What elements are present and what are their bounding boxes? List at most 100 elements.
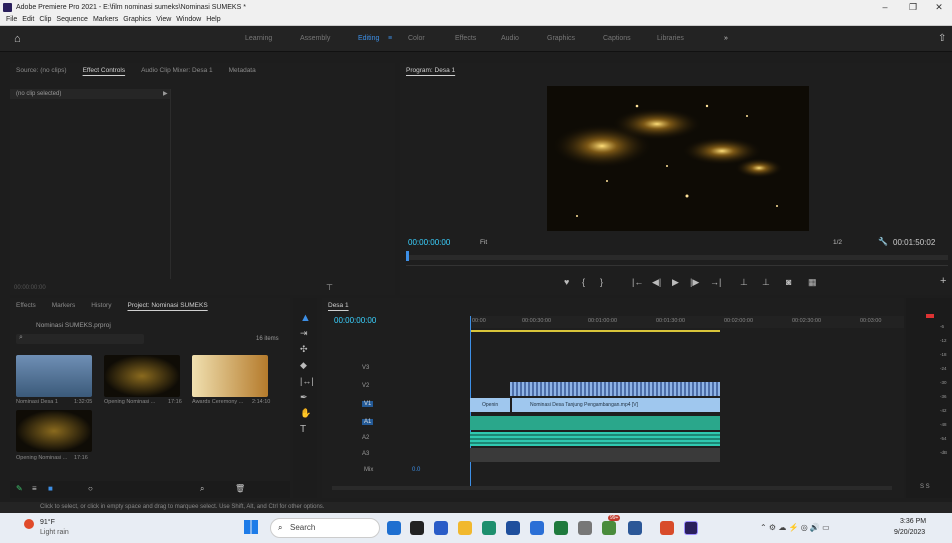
tab-sequence[interactable]: Desa 1 xyxy=(328,302,349,309)
whatsapp-icon[interactable] xyxy=(602,521,616,535)
thumb-opening-nominasi-2[interactable] xyxy=(16,410,92,452)
v2-clip[interactable] xyxy=(510,382,720,396)
solo-buttons[interactable]: S S xyxy=(920,484,930,490)
menu-edit[interactable]: Edit xyxy=(22,16,34,23)
wrench-icon[interactable]: 🔧 xyxy=(878,237,888,246)
thumb-awards[interactable] xyxy=(192,355,268,397)
tab-effects[interactable]: Effects xyxy=(16,302,36,309)
ws-assembly[interactable]: Assembly xyxy=(300,35,330,42)
menu-markers[interactable]: Markers xyxy=(93,16,118,23)
camera-app-icon[interactable] xyxy=(578,521,592,535)
menu-clip[interactable]: Clip xyxy=(39,16,51,23)
restore-icon[interactable]: ❐ xyxy=(900,0,926,14)
tab-effect-controls[interactable]: Effect Controls xyxy=(83,67,126,74)
word-icon[interactable] xyxy=(628,521,642,535)
menu-view[interactable]: View xyxy=(156,16,171,23)
ws-editing[interactable]: Editing xyxy=(358,35,379,42)
program-timecode[interactable]: 00:00:00:00 xyxy=(408,238,450,247)
task-view-icon[interactable] xyxy=(410,521,424,535)
tab-markers[interactable]: Markers xyxy=(52,302,75,309)
track-a2[interactable]: A2 xyxy=(362,435,369,441)
lift-icon[interactable]: ⊥ xyxy=(740,277,748,288)
v1-clip-main[interactable]: Nominasi Desa Tanjung Pengambangan.mp4 [… xyxy=(512,398,720,412)
share-icon[interactable]: ⇧ xyxy=(938,33,946,44)
tab-project[interactable]: Project: Nominasi SUMEKS xyxy=(127,302,207,309)
quality-dropdown[interactable]: 1/2 xyxy=(833,239,842,246)
weather-icon[interactable] xyxy=(24,519,34,529)
ws-color[interactable]: Color xyxy=(408,35,425,42)
program-scrub-bar[interactable] xyxy=(406,255,948,260)
hand-icon[interactable]: ✋ xyxy=(300,408,311,419)
menu-sequence[interactable]: Sequence xyxy=(56,16,88,23)
file-explorer-icon[interactable] xyxy=(458,521,472,535)
track-v3[interactable]: V3 xyxy=(362,365,369,371)
ws-audio[interactable]: Audio xyxy=(501,35,519,42)
close-icon[interactable]: ✕ xyxy=(926,0,952,14)
timeline-scrollbar[interactable] xyxy=(332,486,892,490)
timeline-timecode[interactable]: 00:00:00:00 xyxy=(334,316,376,325)
excel-icon[interactable] xyxy=(554,521,568,535)
thumb-nominasi-desa[interactable] xyxy=(16,355,92,397)
extract-icon[interactable]: ⊥ xyxy=(762,277,770,288)
v1-clip-opening[interactable]: Openin xyxy=(470,398,510,412)
pen-icon[interactable]: ✒ xyxy=(300,392,308,403)
mix-value[interactable]: 0.0 xyxy=(412,467,420,473)
mark-out-icon[interactable]: } xyxy=(600,277,603,287)
taskbar-search-input[interactable] xyxy=(270,518,380,538)
chat-icon[interactable] xyxy=(434,521,448,535)
find-icon[interactable]: ⌕ xyxy=(200,484,204,494)
app-icon[interactable] xyxy=(530,521,544,535)
browser-icon[interactable] xyxy=(387,521,401,535)
tab-program[interactable]: Program: Desa 1 xyxy=(406,67,455,74)
filter-icon[interactable]: ⊤ xyxy=(326,283,333,292)
menu-graphics[interactable]: Graphics xyxy=(123,16,151,23)
track-select-icon[interactable]: ⇥ xyxy=(300,328,308,339)
step-forward-icon[interactable]: |▶ xyxy=(690,277,699,288)
edge-icon[interactable] xyxy=(482,521,496,535)
fit-dropdown[interactable]: Fit xyxy=(480,239,487,246)
expand-arrow-icon[interactable]: ▶ xyxy=(163,90,168,97)
menu-window[interactable]: Window xyxy=(176,16,201,23)
tab-metadata[interactable]: Metadata xyxy=(229,67,256,74)
ws-captions[interactable]: Captions xyxy=(603,35,631,42)
camera-icon[interactable]: ◙ xyxy=(786,277,791,287)
step-back-icon[interactable]: ◀| xyxy=(652,277,661,288)
project-search-input[interactable] xyxy=(16,334,144,344)
icon-view-icon[interactable]: ■ xyxy=(48,484,53,493)
menu-file[interactable]: File xyxy=(6,16,17,23)
track-a1[interactable]: A1 xyxy=(362,419,374,425)
ripple-edit-icon[interactable]: ✣ xyxy=(300,344,308,355)
slip-icon[interactable]: |↔| xyxy=(300,376,314,386)
ws-effects[interactable]: Effects xyxy=(455,35,476,42)
track-a3[interactable]: A3 xyxy=(362,451,369,457)
program-playhead[interactable] xyxy=(406,251,409,261)
play-icon[interactable]: ▶ xyxy=(672,277,679,288)
add-button-icon[interactable]: + xyxy=(940,275,946,287)
razor-icon[interactable]: ◆ xyxy=(300,360,307,371)
minimize-icon[interactable]: – xyxy=(872,0,898,14)
a1-clip[interactable] xyxy=(470,416,720,430)
track-v1[interactable]: V1 xyxy=(362,401,374,407)
premiere-taskbar-icon[interactable] xyxy=(684,521,698,535)
tab-audio-clip-mixer[interactable]: Audio Clip Mixer: Desa 1 xyxy=(141,67,213,74)
ws-learning[interactable]: Learning xyxy=(245,35,272,42)
thumb-opening-nominasi[interactable] xyxy=(104,355,180,397)
selection-tool-icon[interactable]: ▲ xyxy=(300,312,311,324)
tab-source[interactable]: Source: (no clips) xyxy=(16,67,67,74)
home-icon[interactable]: ⌂ xyxy=(14,33,21,45)
menu-help[interactable]: Help xyxy=(206,16,220,23)
mark-in-icon[interactable]: { xyxy=(582,277,585,287)
marker-icon[interactable]: ♥ xyxy=(564,277,569,287)
ws-libraries[interactable]: Libraries xyxy=(657,35,684,42)
comparison-icon[interactable]: ▦ xyxy=(808,277,817,288)
system-tray-icons[interactable]: ⌃ ⚙ ☁ ⚡ ◎ 🔊 ▭ xyxy=(760,523,830,532)
chrome-icon[interactable] xyxy=(660,521,674,535)
ws-graphics[interactable]: Graphics xyxy=(547,35,575,42)
pencil-icon[interactable]: ✎ xyxy=(16,484,23,493)
tab-history[interactable]: History xyxy=(91,302,111,309)
a2-clip[interactable] xyxy=(470,432,720,446)
start-icon[interactable] xyxy=(244,520,258,534)
list-view-icon[interactable]: ≡ xyxy=(32,484,37,493)
more-workspaces-icon[interactable]: » xyxy=(724,35,728,42)
type-tool-icon[interactable]: T xyxy=(300,424,306,435)
